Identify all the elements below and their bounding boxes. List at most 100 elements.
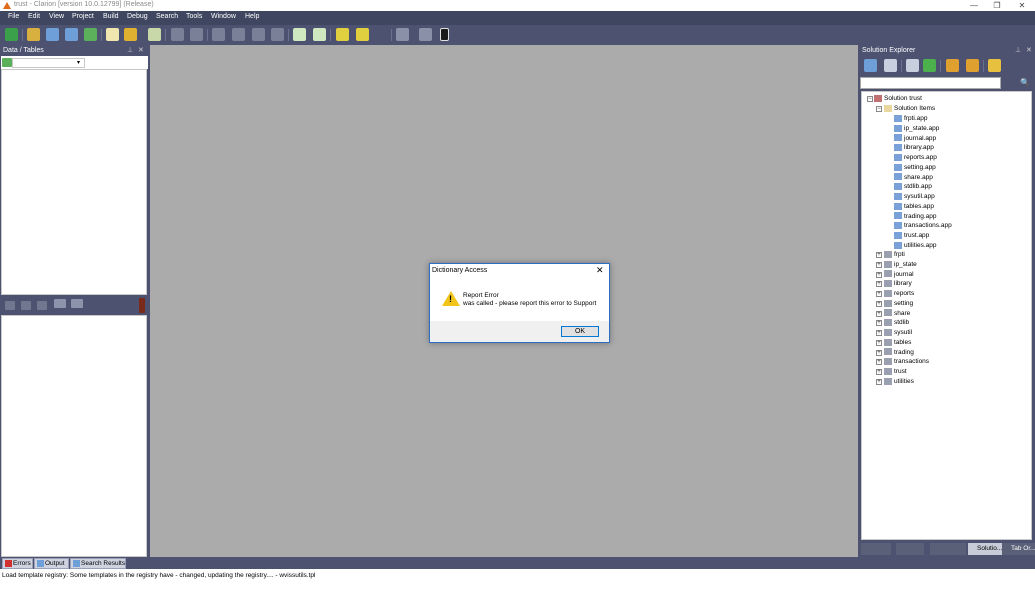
tab-icon-3[interactable] xyxy=(930,543,966,555)
project-node[interactable]: transactions xyxy=(884,357,929,366)
data-tables-list[interactable] xyxy=(1,69,147,295)
close-icon[interactable]: ✕ xyxy=(1026,46,1032,54)
new-solution-icon[interactable] xyxy=(5,28,18,41)
pin-icon[interactable]: ⊥ xyxy=(127,46,133,54)
expand-toggle[interactable]: + xyxy=(876,359,882,366)
expand-toggle[interactable]: + xyxy=(876,320,882,327)
tab-solution[interactable]: Solutio... xyxy=(968,543,1002,555)
tab-errors[interactable]: Errors xyxy=(2,558,33,569)
collapse-toggle[interactable]: − xyxy=(867,96,873,102)
copy-icon[interactable] xyxy=(190,28,203,41)
expand-all-icon[interactable] xyxy=(966,59,979,72)
solution-item-file[interactable]: trust.app xyxy=(894,231,929,240)
restore-button[interactable]: ❐ xyxy=(985,0,1009,11)
properties-icon[interactable] xyxy=(884,59,897,72)
menu-window[interactable]: Window xyxy=(211,13,236,20)
menu-search[interactable]: Search xyxy=(156,13,178,20)
save-icon[interactable] xyxy=(65,28,78,41)
dictionary-dropdown[interactable]: ▾ xyxy=(12,58,85,68)
menu-file[interactable]: File xyxy=(8,13,19,20)
solution-item-file[interactable]: transactions.app xyxy=(894,221,952,230)
project-node[interactable]: setting xyxy=(884,299,913,308)
collapse-icon[interactable] xyxy=(71,299,83,308)
project-node[interactable]: ip_state xyxy=(884,260,917,269)
expand-toggle[interactable]: + xyxy=(876,378,882,385)
show-files-icon[interactable] xyxy=(906,59,919,72)
menu-project[interactable]: Project xyxy=(72,13,94,20)
solution-item-file[interactable]: tables.app xyxy=(894,202,934,211)
solution-item-file[interactable]: library.app xyxy=(894,143,934,152)
expand-toggle[interactable]: + xyxy=(876,291,882,297)
project-node[interactable]: frpti xyxy=(884,250,905,259)
data-tables-detail-list[interactable] xyxy=(1,315,147,557)
project-node[interactable]: library xyxy=(884,279,912,288)
add-item-icon[interactable] xyxy=(84,28,97,41)
step-icon[interactable] xyxy=(396,28,409,41)
solution-item-file[interactable]: utilities.app xyxy=(894,241,937,250)
expand-toggle[interactable]: + xyxy=(876,261,882,268)
project-node[interactable]: share xyxy=(884,309,910,318)
new-file-icon[interactable] xyxy=(106,28,119,41)
expand-toggle[interactable]: + xyxy=(876,271,882,278)
cut-icon[interactable] xyxy=(171,28,184,41)
tab-search-results[interactable]: Search Results xyxy=(70,558,126,569)
project-node[interactable]: journal xyxy=(884,270,914,279)
save-icon[interactable] xyxy=(864,59,877,72)
expand-toggle[interactable]: + xyxy=(876,339,882,346)
tab-icon-2[interactable] xyxy=(896,543,924,555)
project-node[interactable]: tables xyxy=(884,338,911,347)
solution-items-folder[interactable]: Solution Items xyxy=(884,104,935,113)
lightning-icon[interactable] xyxy=(252,28,265,41)
project-node[interactable]: reports xyxy=(884,289,914,298)
solution-item-file[interactable]: reports.app xyxy=(894,153,937,162)
ok-button[interactable]: OK xyxy=(561,326,599,337)
pin-icon[interactable]: ⊥ xyxy=(1015,46,1021,54)
properties-icon[interactable] xyxy=(212,28,225,41)
close-icon[interactable]: ✕ xyxy=(138,46,144,54)
bookmark-icon[interactable] xyxy=(419,28,432,41)
collapse-all-icon[interactable] xyxy=(946,59,959,72)
collapse-toggle[interactable]: − xyxy=(876,106,882,112)
expand-toggle[interactable]: + xyxy=(876,281,882,288)
dictionary-select-icon[interactable] xyxy=(2,58,12,67)
open-solution-icon[interactable] xyxy=(27,28,40,41)
generate-icon[interactable] xyxy=(313,28,326,41)
tab-tab-order[interactable]: Tab Or... xyxy=(1002,543,1035,555)
solution-tree[interactable]: − Solution trust − Solution Items frpti.… xyxy=(861,91,1032,540)
tab-output[interactable]: Output xyxy=(34,558,69,569)
first-icon[interactable] xyxy=(5,301,15,310)
close-window-button[interactable]: ✕ xyxy=(1010,0,1034,11)
expand-toggle[interactable]: + xyxy=(876,310,882,317)
embeds-icon[interactable] xyxy=(232,28,245,41)
solution-item-file[interactable]: journal.app xyxy=(894,134,936,143)
solution-item-file[interactable]: trading.app xyxy=(894,212,937,221)
template-icon[interactable] xyxy=(293,28,306,41)
expand-icon[interactable] xyxy=(54,299,66,308)
open-folder-icon[interactable] xyxy=(988,59,1001,72)
dialog-close-button[interactable]: ✕ xyxy=(596,265,604,276)
tab-icon-1[interactable] xyxy=(861,543,891,555)
dictionary-icon[interactable] xyxy=(148,28,161,41)
solution-item-file[interactable]: ip_state.app xyxy=(894,124,939,133)
previous-icon[interactable] xyxy=(21,301,31,310)
menu-view[interactable]: View xyxy=(49,13,64,20)
refresh-icon[interactable] xyxy=(923,59,936,72)
solution-item-file[interactable]: setting.app xyxy=(894,163,936,172)
expand-toggle[interactable]: + xyxy=(876,330,882,336)
minimize-button[interactable]: — xyxy=(962,0,986,11)
save-all-icon[interactable] xyxy=(46,28,59,41)
solution-item-file[interactable]: sysutil.app xyxy=(894,192,935,201)
menu-tools[interactable]: Tools xyxy=(186,13,202,20)
build-icon[interactable] xyxy=(336,28,349,41)
window-icon[interactable] xyxy=(271,28,284,41)
project-node[interactable]: utilities xyxy=(884,377,914,386)
menu-debug[interactable]: Debug xyxy=(127,13,148,20)
next-icon[interactable] xyxy=(37,301,47,310)
project-node[interactable]: trust xyxy=(884,367,907,376)
expand-toggle[interactable]: + xyxy=(876,300,882,307)
project-node[interactable]: sysutil xyxy=(884,328,912,337)
expand-toggle[interactable]: + xyxy=(876,252,882,258)
open-file-icon[interactable] xyxy=(124,28,137,41)
project-node[interactable]: stdlib xyxy=(884,318,909,327)
solution-item-file[interactable]: stdlib.app xyxy=(894,182,932,191)
